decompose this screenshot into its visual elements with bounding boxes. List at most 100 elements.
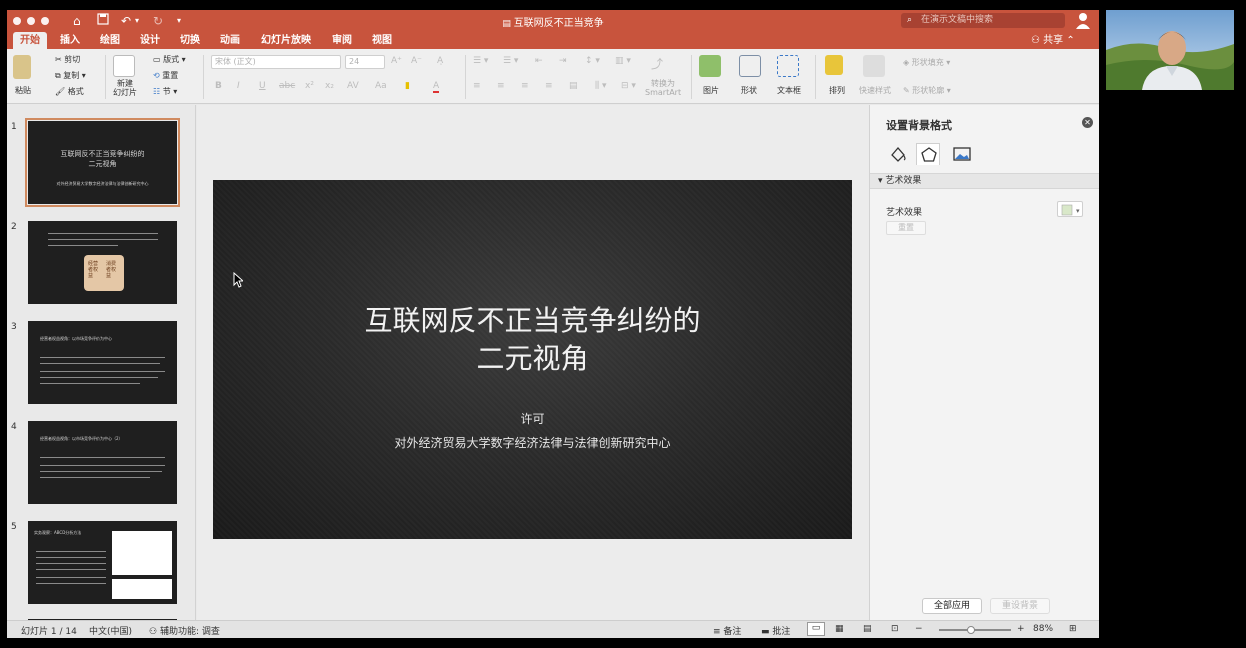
slide-thumbnail-2[interactable]: 经营 者权 益 消费 者权 益 — [28, 221, 177, 304]
layout-button[interactable]: ▭ 版式 ▾ — [153, 54, 186, 65]
align-center-icon[interactable]: ≡ — [497, 81, 505, 91]
line-spacing-icon[interactable]: ↕ ▾ — [585, 56, 600, 66]
zoom-out-icon[interactable]: − — [915, 624, 923, 634]
cut-button[interactable]: ✂ 剪切 — [55, 54, 80, 65]
font-color-icon[interactable]: A — [433, 81, 440, 93]
columns-icon[interactable]: ▥ ▾ — [615, 56, 631, 66]
align-left-icon[interactable]: ≡ — [473, 81, 481, 91]
reset-slide-button[interactable]: ⟲ 重置 — [153, 70, 178, 81]
slide-sorter-icon[interactable]: ▦ — [835, 624, 844, 634]
fit-to-window-icon[interactable]: ⊞ — [1069, 624, 1077, 634]
decrease-font-icon[interactable]: A⁻ — [411, 56, 422, 66]
apply-to-all-button[interactable]: 全部应用 — [922, 598, 982, 614]
subscript-icon[interactable]: x₂ — [325, 81, 334, 91]
slide-thumbnail-5[interactable]: 实务观察：ABCD分析方法 — [28, 521, 177, 604]
tab-home[interactable]: 开始 — [13, 32, 47, 49]
increase-indent-icon[interactable]: ⇥ — [559, 56, 567, 66]
text-direction-icon[interactable]: ⫼ ▾ — [595, 81, 607, 91]
tab-animations[interactable]: 动画 — [215, 32, 245, 49]
superscript-icon[interactable]: x² — [305, 81, 314, 91]
paste-icon[interactable] — [13, 55, 31, 79]
share-button[interactable]: ⚇ 共享 ⌃ — [1031, 32, 1075, 49]
current-slide[interactable]: 互联网反不正当竞争纠纷的 二元视角 许可 对外经济贸易大学数字经济法律与法律创新… — [213, 180, 852, 539]
align-right-icon[interactable]: ≡ — [521, 81, 529, 91]
underline-icon[interactable]: U — [259, 81, 266, 91]
strikethrough-icon[interactable]: abc — [279, 81, 295, 91]
artistic-effects-dropdown[interactable]: ▾ — [1057, 201, 1083, 217]
new-slide-icon[interactable] — [113, 55, 135, 77]
convert-smartart-label[interactable]: 转换为 SmartArt — [645, 79, 681, 97]
thumbnail-table — [112, 579, 172, 599]
picture-label[interactable]: 图片 — [703, 85, 719, 96]
zoom-slider-knob[interactable] — [967, 626, 976, 634]
section-button[interactable]: ☷ 节 ▾ — [153, 86, 177, 97]
notes-button[interactable]: ≡ 备注 — [713, 624, 741, 637]
slide-canvas[interactable]: 互联网反不正当竞争纠纷的 二元视角 许可 对外经济贸易大学数字经济法律与法律创新… — [197, 105, 869, 620]
arrange-icon[interactable] — [825, 55, 843, 75]
shape-icon[interactable] — [739, 55, 761, 77]
textbox-label[interactable]: 文本框 — [777, 85, 801, 96]
shape-label[interactable]: 形状 — [741, 85, 757, 96]
tab-review[interactable]: 审阅 — [327, 32, 357, 49]
zoom-level[interactable]: 88% — [1033, 624, 1053, 634]
font-size-select[interactable]: 24 — [345, 55, 385, 69]
copy-button[interactable]: ⧉ 复制 ▾ — [55, 70, 86, 81]
effects-pentagon-icon[interactable] — [916, 143, 940, 165]
quick-styles-icon[interactable] — [863, 55, 885, 77]
zoom-in-icon[interactable]: + — [1017, 624, 1025, 634]
slide-author[interactable]: 许可 — [213, 410, 852, 427]
increase-font-icon[interactable]: A⁺ — [391, 56, 402, 66]
numbering-icon[interactable]: ☰ ▾ — [503, 56, 518, 66]
fill-icon[interactable] — [886, 143, 910, 165]
comments-button[interactable]: ▬ 批注 — [761, 624, 790, 637]
picture-icon[interactable] — [699, 55, 721, 77]
account-icon[interactable] — [1075, 12, 1091, 29]
italic-icon[interactable]: I — [237, 81, 240, 91]
slide-organization[interactable]: 对外经济贸易大学数字经济法律与法律创新研究中心 — [213, 434, 852, 451]
highlight-icon[interactable]: ▮ — [405, 81, 410, 91]
change-case-icon[interactable]: Aa — [375, 81, 387, 91]
smartart-icon[interactable]: ⤴ — [651, 55, 663, 72]
accessibility-button[interactable]: ⚇ 辅助功能: 调查 — [149, 624, 220, 637]
reading-view-icon[interactable]: ▤ — [863, 624, 872, 634]
reset-effect-button[interactable]: 重置 — [886, 221, 926, 235]
arrange-label[interactable]: 排列 — [829, 85, 845, 96]
bold-icon[interactable]: B — [215, 81, 222, 91]
font-name-select[interactable]: 宋体 (正文) — [211, 55, 341, 69]
slide-thumbnail-4[interactable]: 经营者权益视角：以市场竞争评价为中心（2） — [28, 421, 177, 504]
slide-thumbnails-pane[interactable]: 1 互联网反不正当竞争纠纷的 二元视角 对外经济贸易大学数字经济法律与法律创新研… — [7, 105, 196, 632]
tab-draw[interactable]: 绘图 — [95, 32, 125, 49]
justify-icon[interactable]: ≡ — [545, 81, 553, 91]
language-indicator[interactable]: 中文(中国) — [89, 624, 132, 637]
distributed-icon[interactable]: ▤ — [569, 81, 578, 91]
tab-design[interactable]: 设计 — [135, 32, 165, 49]
format-painter-button[interactable]: 🖌 格式 — [55, 86, 84, 97]
bullets-icon[interactable]: ☰ ▾ — [473, 56, 488, 66]
decrease-indent-icon[interactable]: ⇤ — [535, 56, 543, 66]
paste-label[interactable]: 粘贴 — [15, 85, 31, 96]
tab-view[interactable]: 视图 — [367, 32, 397, 49]
reset-background-button[interactable]: 重设背景 — [990, 598, 1050, 614]
quick-styles-label[interactable]: 快速样式 — [859, 85, 891, 96]
tab-transitions[interactable]: 切换 — [175, 32, 205, 49]
close-icon[interactable]: ✕ — [1082, 117, 1093, 128]
new-slide-label[interactable]: 新建 幻灯片 — [113, 79, 137, 97]
slideshow-icon[interactable]: ⊡ — [891, 624, 899, 634]
search-input[interactable]: ⌕ 在演示文稿中搜索 — [901, 13, 1065, 28]
tab-insert[interactable]: 插入 — [55, 32, 85, 49]
align-text-icon[interactable]: ⊟ ▾ — [621, 81, 636, 91]
clear-format-icon[interactable]: Aͅ — [437, 56, 443, 66]
zoom-slider[interactable] — [939, 626, 1011, 634]
slide-thumbnail-3[interactable]: 经营者权益视角：以市场竞争评价为中心 — [28, 321, 177, 404]
textbox-icon[interactable] — [777, 55, 799, 77]
slide-thumbnail-1[interactable]: 互联网反不正当竞争纠纷的 二元视角 对外经济贸易大学数字经济法律与法律创新研究中… — [25, 118, 180, 207]
shape-outline-button[interactable]: ✎ 形状轮廓 ▾ — [903, 85, 951, 96]
normal-view-icon[interactable]: ▭ — [807, 622, 825, 636]
slide-title[interactable]: 互联网反不正当竞争纠纷的 二元视角 — [213, 302, 852, 378]
shape-fill-button[interactable]: ◈ 形状填充 ▾ — [903, 57, 950, 68]
collapse-ribbon-icon[interactable]: ⌃ — [1066, 35, 1074, 46]
artistic-effects-section[interactable]: ▾ 艺术效果 — [870, 173, 1099, 189]
character-spacing-icon[interactable]: AV — [347, 81, 359, 91]
picture-tab-icon[interactable] — [950, 143, 974, 165]
tab-slideshow[interactable]: 幻灯片放映 — [257, 32, 315, 49]
